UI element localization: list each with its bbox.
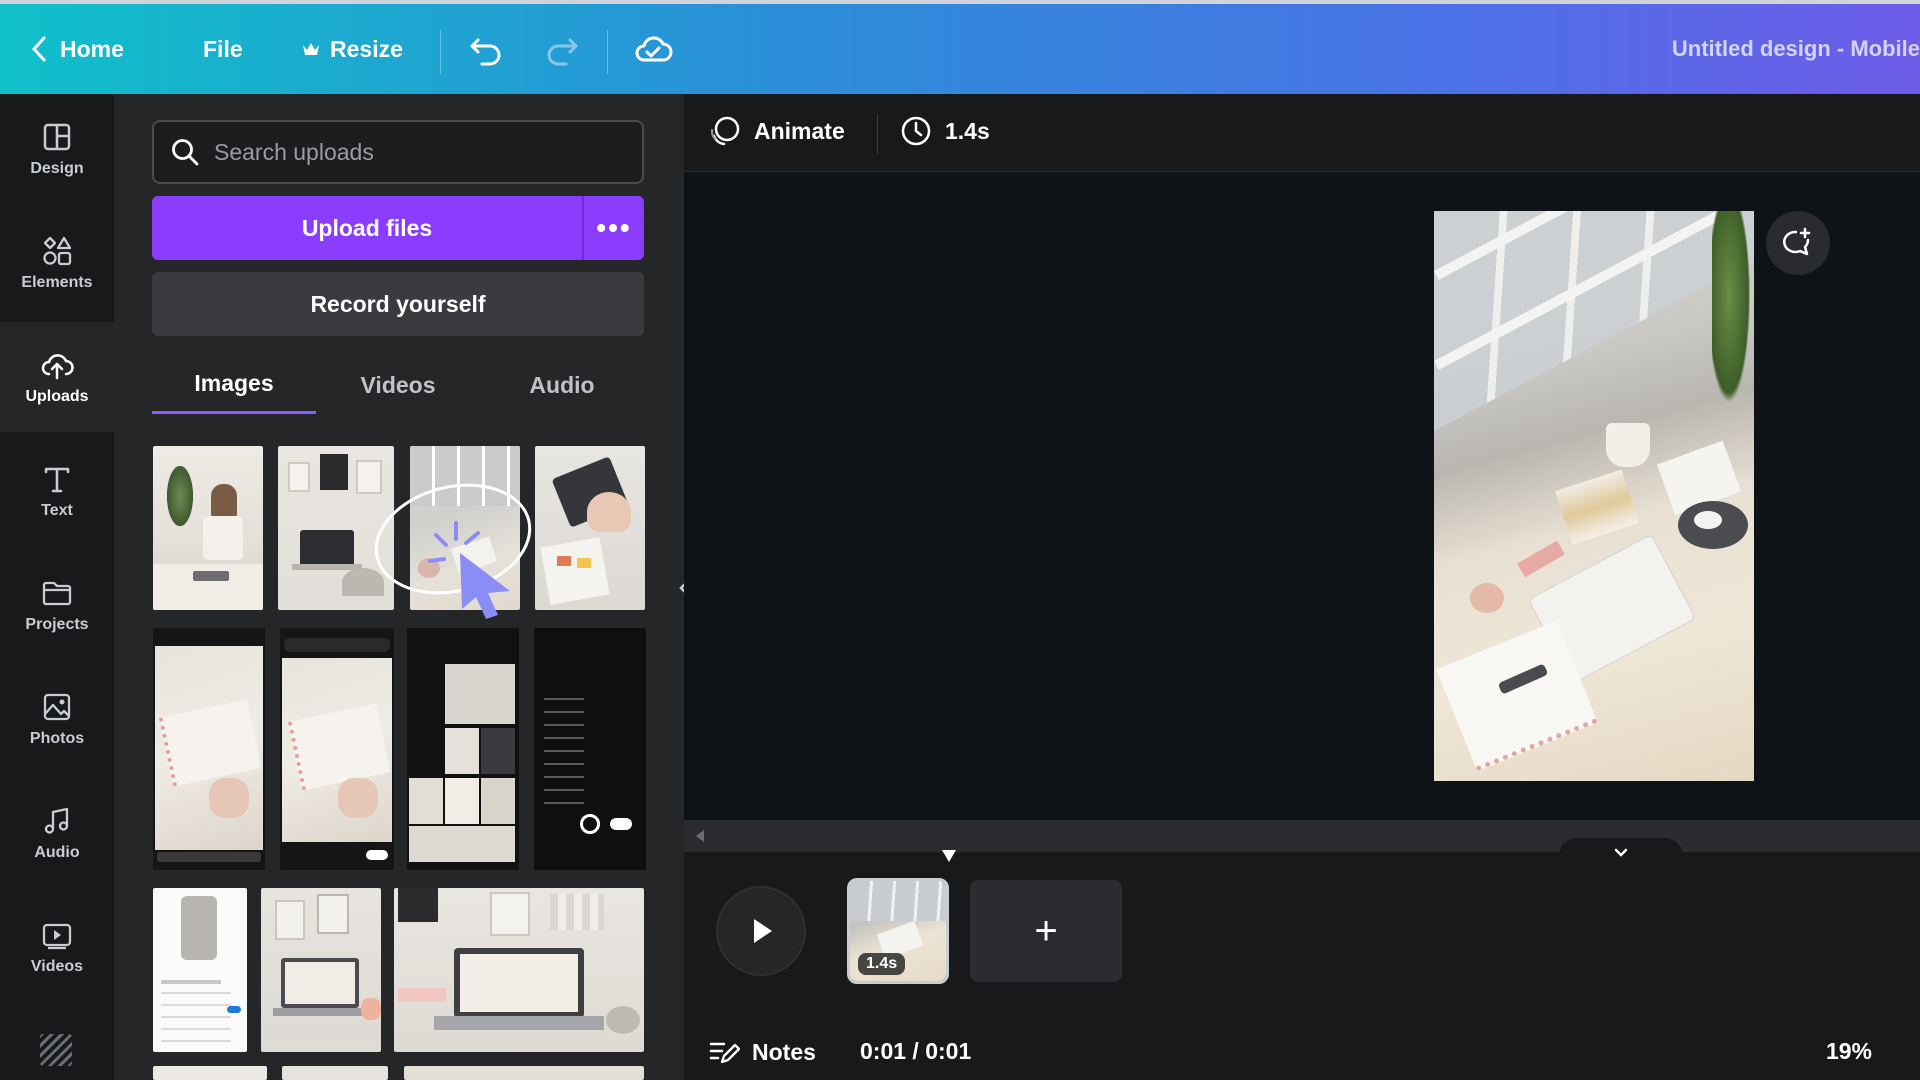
shapes-icon bbox=[43, 236, 72, 266]
comment-plus-icon bbox=[1783, 227, 1811, 256]
playhead-marker[interactable] bbox=[940, 848, 958, 864]
rail-item-photos[interactable]: Photos bbox=[0, 664, 114, 774]
redo-icon bbox=[547, 38, 578, 66]
folder-icon bbox=[42, 581, 72, 606]
rail-label: Uploads bbox=[25, 388, 89, 405]
uploads-tabs: Images Videos Audio bbox=[152, 356, 644, 414]
add-page-button[interactable]: + bbox=[970, 880, 1122, 982]
file-label: File bbox=[203, 35, 243, 62]
search-input[interactable] bbox=[214, 138, 614, 166]
undo-icon bbox=[470, 38, 501, 66]
layout-icon bbox=[43, 123, 71, 151]
rail-item-audio[interactable]: Audio bbox=[0, 778, 114, 888]
rail-label: Design bbox=[30, 160, 84, 177]
notes-icon bbox=[709, 1042, 740, 1064]
image-icon bbox=[43, 693, 71, 721]
uploads-panel: Upload files ••• Record yourself Images … bbox=[114, 94, 684, 1080]
home-button[interactable]: Home bbox=[28, 4, 124, 94]
uploaded-image[interactable] bbox=[153, 888, 247, 1052]
play-button[interactable] bbox=[716, 886, 806, 976]
rail-label: Videos bbox=[30, 958, 84, 975]
uploaded-image[interactable] bbox=[394, 888, 644, 1052]
duration-button[interactable]: 1.4s bbox=[899, 114, 990, 148]
uploaded-image[interactable] bbox=[282, 1066, 388, 1080]
editor-toolbar: Animate 1.4s bbox=[684, 94, 1920, 172]
animate-icon bbox=[710, 116, 740, 146]
duration-label: 1.4s bbox=[945, 117, 990, 144]
top-bar: Home File Resize Untitled design - Mobil… bbox=[0, 0, 1920, 94]
file-menu[interactable]: File bbox=[203, 4, 243, 94]
more-apps-icon[interactable] bbox=[40, 1034, 72, 1066]
playback-time: 0:01 / 0:01 bbox=[860, 1038, 972, 1064]
rail-label: Photos bbox=[29, 730, 85, 747]
divider bbox=[440, 30, 441, 74]
timeline-scrubber[interactable] bbox=[684, 820, 1920, 852]
rail-label: Projects bbox=[25, 616, 89, 633]
tab-videos[interactable]: Videos bbox=[316, 356, 480, 414]
rail-label: Audio bbox=[34, 844, 80, 861]
search-box bbox=[152, 120, 644, 184]
uploaded-image[interactable] bbox=[153, 1066, 267, 1080]
uploaded-image[interactable] bbox=[153, 446, 263, 610]
add-comment-button[interactable] bbox=[1766, 211, 1830, 275]
upload-files-button[interactable]: Upload files bbox=[152, 196, 582, 260]
music-icon bbox=[44, 807, 69, 834]
zoom-level[interactable]: 19% bbox=[1826, 1038, 1872, 1065]
divider bbox=[877, 114, 878, 154]
side-rail: Design Elements Uploads Text Projects Ph… bbox=[0, 94, 114, 1080]
redo-button[interactable] bbox=[544, 32, 580, 73]
video-icon bbox=[42, 923, 72, 950]
home-label: Home bbox=[60, 35, 124, 62]
design-title[interactable]: Untitled design - Mobile bbox=[1672, 4, 1920, 94]
cloud-check-icon bbox=[635, 36, 673, 62]
resize-label: Resize bbox=[330, 35, 403, 62]
rail-label: Elements bbox=[21, 274, 93, 291]
save-status-button[interactable] bbox=[633, 30, 673, 75]
rail-item-uploads[interactable]: Uploads bbox=[0, 322, 114, 432]
divider bbox=[607, 30, 608, 74]
expand-timeline-button[interactable] bbox=[1559, 838, 1683, 868]
clock-icon bbox=[901, 116, 931, 146]
rail-label: Text bbox=[41, 502, 73, 519]
rail-item-design[interactable]: Design bbox=[0, 94, 114, 204]
clip-duration-badge: 1.4s bbox=[858, 953, 906, 975]
animate-button[interactable]: Animate bbox=[708, 114, 845, 148]
animate-label: Animate bbox=[754, 117, 845, 144]
uploaded-image[interactable] bbox=[261, 888, 381, 1052]
tab-audio[interactable]: Audio bbox=[480, 356, 644, 414]
more-options-button[interactable]: ••• bbox=[582, 196, 644, 260]
text-icon bbox=[44, 467, 70, 493]
uploaded-image[interactable] bbox=[407, 628, 519, 870]
chevron-left-icon bbox=[31, 36, 46, 62]
play-icon bbox=[754, 919, 772, 943]
notes-button[interactable]: Notes bbox=[708, 1038, 816, 1066]
crown-icon bbox=[303, 43, 319, 55]
playhead-icon bbox=[942, 850, 956, 862]
rail-item-videos[interactable]: Videos bbox=[0, 892, 114, 1002]
timeline-page-clip[interactable]: 1.4s bbox=[847, 878, 949, 984]
uploaded-image[interactable] bbox=[534, 628, 646, 870]
rail-item-elements[interactable]: Elements bbox=[0, 208, 114, 318]
tab-images[interactable]: Images bbox=[152, 356, 316, 414]
design-page[interactable] bbox=[1434, 211, 1754, 781]
uploaded-image[interactable] bbox=[153, 628, 265, 870]
rail-item-text[interactable]: Text bbox=[0, 436, 114, 546]
timeline: 1.4s + Notes 0:01 / 0:01 19% bbox=[684, 820, 1920, 1080]
undo-button[interactable] bbox=[468, 32, 504, 73]
uploaded-image[interactable] bbox=[535, 446, 645, 610]
cloud-upload-icon bbox=[41, 354, 74, 380]
notes-label: Notes bbox=[752, 1038, 816, 1065]
resize-button[interactable]: Resize bbox=[302, 4, 403, 94]
rail-item-projects[interactable]: Projects bbox=[0, 550, 114, 660]
uploaded-image[interactable] bbox=[280, 628, 394, 870]
click-highlight-icon bbox=[374, 483, 532, 619]
search-icon bbox=[172, 139, 199, 166]
uploaded-image[interactable] bbox=[404, 1066, 644, 1080]
chevron-down-icon bbox=[1614, 848, 1628, 857]
record-yourself-button[interactable]: Record yourself bbox=[152, 272, 644, 336]
scroll-left-icon[interactable] bbox=[694, 829, 706, 843]
